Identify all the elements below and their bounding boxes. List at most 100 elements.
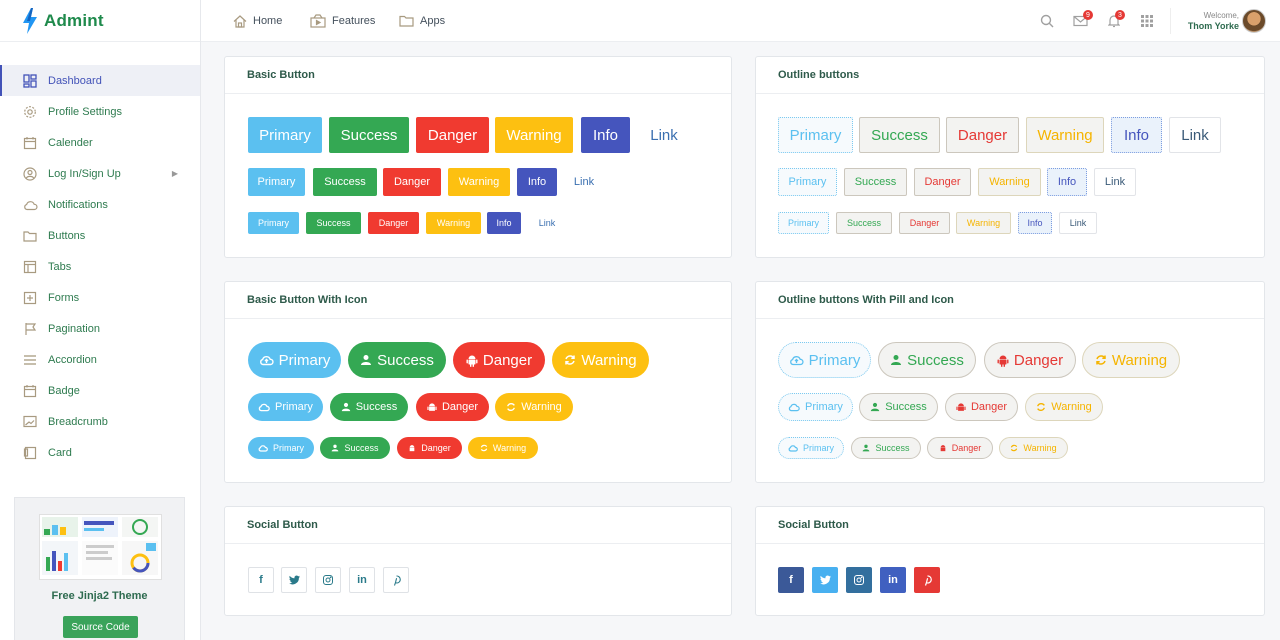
sidebar-item-dashboard[interactable]: Dashboard	[0, 65, 200, 96]
android-icon	[939, 444, 947, 453]
info-outline-button-lg[interactable]: Info	[1111, 117, 1162, 153]
sidebar-item-calender[interactable]: Calender	[0, 127, 200, 158]
danger-icon-button-md[interactable]: Danger	[416, 393, 489, 421]
success-button-md[interactable]: Success	[313, 168, 377, 196]
link-outline-button-lg[interactable]: Link	[1169, 117, 1221, 153]
warning-outline-pill-button-sm[interactable]: Warning	[999, 437, 1068, 459]
primary-button-sm[interactable]: Primary	[248, 212, 299, 234]
danger-icon-button-sm[interactable]: Danger	[397, 437, 462, 459]
link-outline-button-md[interactable]: Link	[1094, 168, 1136, 196]
primary-outline-button-md[interactable]: Primary	[778, 168, 837, 196]
nav-features-link[interactable]: Features	[310, 0, 375, 42]
sidebar-item-badge[interactable]: Badge	[0, 375, 200, 406]
avatar[interactable]	[1242, 9, 1266, 33]
info-outline-button-md[interactable]: Info	[1047, 168, 1087, 196]
warning-outline-pill-button-md[interactable]: Warning	[1025, 393, 1103, 421]
warning-button-sm[interactable]: Warning	[426, 212, 481, 234]
danger-outline-button-md[interactable]: Danger	[914, 168, 971, 196]
info-button-lg[interactable]: Info	[581, 117, 630, 153]
danger-button-sm[interactable]: Danger	[368, 212, 419, 234]
warning-icon-button-md[interactable]: Warning	[495, 393, 573, 421]
primary-outline-button-sm[interactable]: Primary	[778, 212, 829, 234]
danger-outline-pill-button-md[interactable]: Danger	[945, 393, 1018, 421]
success-outline-pill-button-lg[interactable]: Success	[878, 342, 976, 378]
linkedin-icon: in	[888, 574, 898, 586]
warning-icon-button-lg[interactable]: Warning	[552, 342, 649, 378]
notifications-button[interactable]	[1108, 0, 1120, 42]
promo-box: Free Jinja2 Theme Source Code	[14, 497, 185, 640]
warning-icon-button-sm[interactable]: Warning	[468, 437, 538, 459]
success-button-sm[interactable]: Success	[306, 212, 361, 234]
primary-outline-pill-button-sm[interactable]: Primary	[778, 437, 844, 459]
sidebar-item-buttons[interactable]: Buttons	[0, 220, 200, 251]
success-outline-button-lg[interactable]: Success	[859, 117, 940, 153]
user-greeting[interactable]: Welcome, Thom Yorke	[1188, 11, 1239, 31]
sidebar-item-card[interactable]: Card	[0, 437, 200, 468]
pinterest-button[interactable]	[914, 567, 940, 593]
primary-icon-button-sm[interactable]: Primary	[248, 437, 314, 459]
success-icon-button-sm[interactable]: Success	[320, 437, 390, 459]
sidebar-item-login-signup[interactable]: Log In/Sign Up ▶	[0, 158, 200, 189]
logo[interactable]: Admint	[0, 0, 200, 42]
primary-button-md[interactable]: Primary	[248, 168, 305, 196]
primary-outline-pill-button-lg[interactable]: Primary	[778, 342, 871, 378]
success-button-lg[interactable]: Success	[329, 117, 409, 153]
info-button-md[interactable]: Info	[517, 168, 557, 196]
info-button-sm[interactable]: Info	[487, 212, 521, 234]
link-button-lg[interactable]: Link	[638, 117, 690, 153]
home-icon	[233, 14, 247, 28]
success-outline-pill-button-md[interactable]: Success	[859, 393, 938, 421]
sidebar-item-accordion[interactable]: Accordion	[0, 344, 200, 375]
instagram-button[interactable]	[315, 567, 341, 593]
nav-home-link[interactable]: Home	[233, 0, 282, 42]
link-button-md[interactable]: Link	[563, 168, 605, 196]
primary-icon-button-md[interactable]: Primary	[248, 393, 323, 421]
danger-outline-pill-button-lg[interactable]: Danger	[984, 342, 1076, 378]
warning-outline-button-md[interactable]: Warning	[978, 168, 1041, 196]
sidebar-item-tabs[interactable]: Tabs	[0, 251, 200, 282]
success-outline-pill-button-sm[interactable]: Success	[851, 437, 921, 459]
linkedin-button[interactable]: in	[349, 567, 375, 593]
danger-icon-button-lg[interactable]: Danger	[453, 342, 545, 378]
linkedin-button[interactable]: in	[880, 567, 906, 593]
warning-button-md[interactable]: Warning	[448, 168, 510, 196]
sidebar-item-notifications[interactable]: Notifications	[0, 189, 200, 220]
sidebar-item-profile-settings[interactable]: Profile Settings	[0, 96, 200, 127]
info-outline-button-sm[interactable]: Info	[1018, 212, 1052, 234]
danger-outline-pill-button-sm[interactable]: Danger	[927, 437, 993, 459]
success-icon-button-lg[interactable]: Success	[348, 342, 446, 378]
warning-outline-button-sm[interactable]: Warning	[956, 212, 1011, 234]
warning-outline-pill-button-lg[interactable]: Warning	[1082, 342, 1180, 378]
source-code-button[interactable]: Source Code	[63, 616, 138, 638]
link-outline-button-sm[interactable]: Link	[1059, 212, 1097, 234]
nav-apps-link[interactable]: Apps	[399, 0, 445, 42]
primary-icon-button-lg[interactable]: Primary	[248, 342, 341, 378]
success-outline-button-md[interactable]: Success	[844, 168, 907, 196]
primary-outline-button-lg[interactable]: Primary	[778, 117, 853, 153]
danger-button-lg[interactable]: Danger	[416, 117, 489, 153]
danger-button-md[interactable]: Danger	[383, 168, 441, 196]
primary-button-lg[interactable]: Primary	[248, 117, 322, 153]
facebook-button[interactable]: f	[778, 567, 804, 593]
success-outline-button-sm[interactable]: Success	[836, 212, 892, 234]
link-button-sm[interactable]: Link	[527, 212, 567, 234]
instagram-button[interactable]	[846, 567, 872, 593]
primary-outline-pill-button-md[interactable]: Primary	[778, 393, 853, 421]
user-name: Thom Yorke	[1187, 21, 1239, 31]
folder-icon	[399, 15, 414, 27]
mail-button[interactable]	[1073, 0, 1088, 42]
danger-outline-button-sm[interactable]: Danger	[899, 212, 950, 234]
warning-outline-button-lg[interactable]: Warning	[1026, 117, 1104, 153]
sidebar-item-breadcrumb[interactable]: Breadcrumb	[0, 406, 200, 437]
apps-grid-button[interactable]	[1141, 0, 1153, 42]
success-icon-button-md[interactable]: Success	[330, 393, 408, 421]
twitter-button[interactable]	[812, 567, 838, 593]
twitter-button[interactable]	[281, 567, 307, 593]
pinterest-button[interactable]	[383, 567, 409, 593]
sidebar-item-pagination[interactable]: Pagination	[0, 313, 200, 344]
sidebar-item-forms[interactable]: Forms	[0, 282, 200, 313]
warning-button-lg[interactable]: Warning	[495, 117, 573, 153]
facebook-button[interactable]: f	[248, 567, 274, 593]
danger-outline-button-lg[interactable]: Danger	[946, 117, 1019, 153]
search-button[interactable]	[1040, 0, 1054, 42]
